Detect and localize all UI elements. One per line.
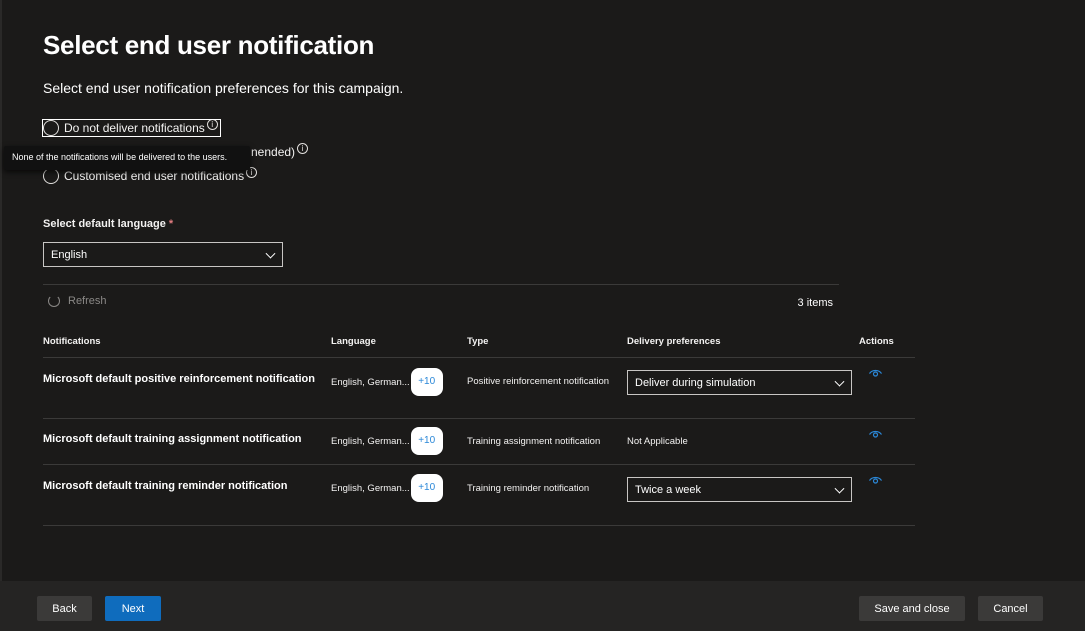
tooltip: None of the notifications will be delive… xyxy=(4,146,250,170)
radio-customised[interactable]: Customised end user notifications i xyxy=(43,166,258,184)
column-header-language[interactable]: Language xyxy=(331,336,376,347)
language-cell: English, German... +10 xyxy=(331,427,443,455)
language-list: English, German... xyxy=(331,482,410,494)
delivery-preference-text: Not Applicable xyxy=(627,436,688,447)
default-language-value: English xyxy=(51,248,88,261)
items-count: 3 items xyxy=(797,297,833,309)
info-icon[interactable]: i xyxy=(297,142,309,154)
more-languages-badge[interactable]: +10 xyxy=(410,474,443,502)
language-cell: English, German... +10 xyxy=(331,368,443,396)
save-and-close-button[interactable]: Save and close xyxy=(859,596,965,621)
notification-name[interactable]: Microsoft default training reminder noti… xyxy=(43,480,287,492)
table-header: Notifications Language Type Delivery pre… xyxy=(43,330,915,358)
next-button[interactable]: Next xyxy=(105,596,161,621)
chevron-down-icon xyxy=(265,248,276,259)
preview-eye-icon[interactable] xyxy=(869,369,882,378)
required-marker: * xyxy=(168,218,174,230)
radio-label-recommended-partial: nended) xyxy=(251,145,296,159)
wizard-main-panel: Select end user notification Select end … xyxy=(0,0,1085,581)
page-title: Select end user notification xyxy=(43,30,375,60)
column-header-delivery[interactable]: Delivery preferences xyxy=(627,336,720,347)
notification-type: Training reminder notification xyxy=(467,483,590,494)
delivery-preference-value: Twice a week xyxy=(635,483,702,496)
preview-eye-icon[interactable] xyxy=(869,476,882,485)
more-languages-badge[interactable]: +10 xyxy=(410,427,443,455)
delivery-preference-value: Deliver during simulation xyxy=(635,376,756,389)
column-header-actions: Actions xyxy=(859,336,894,347)
notification-name[interactable]: Microsoft default positive reinforcement… xyxy=(43,373,315,385)
table-row[interactable]: Microsoft default training assignment no… xyxy=(43,419,915,465)
notification-type: Positive reinforcement notification xyxy=(467,376,610,387)
default-language-label-text: Select default language xyxy=(43,218,166,230)
default-language-dropdown[interactable]: English xyxy=(43,242,283,267)
refresh-label: Refresh xyxy=(68,295,107,307)
info-icon[interactable]: i xyxy=(206,118,218,130)
table-command-bar: Refresh 3 items xyxy=(43,284,839,320)
page-subtitle: Select end user notification preferences… xyxy=(43,80,404,96)
language-list: English, German... xyxy=(331,435,410,447)
refresh-button[interactable]: Refresh xyxy=(48,295,107,307)
delivery-preference-dropdown[interactable]: Deliver during simulation xyxy=(627,370,852,395)
chevron-down-icon xyxy=(834,376,845,387)
table-row[interactable]: Microsoft default positive reinforcement… xyxy=(43,358,915,419)
radio-label-do-not-deliver: Do not deliver notifications xyxy=(64,121,205,135)
cancel-button[interactable]: Cancel xyxy=(978,596,1043,621)
language-list: English, German... xyxy=(331,376,410,388)
notification-name[interactable]: Microsoft default training assignment no… xyxy=(43,433,302,445)
radio-do-not-deliver[interactable]: Do not deliver notifications i xyxy=(42,118,221,137)
table-row[interactable]: Microsoft default training reminder noti… xyxy=(43,465,915,526)
back-button[interactable]: Back xyxy=(37,596,92,621)
chevron-down-icon xyxy=(834,483,845,494)
more-languages-badge[interactable]: +10 xyxy=(410,368,443,396)
column-header-type[interactable]: Type xyxy=(467,336,488,347)
preview-eye-icon[interactable] xyxy=(869,430,882,439)
radio-label-customised: Customised end user notifications xyxy=(64,169,245,183)
radio-circle[interactable] xyxy=(43,168,59,184)
wizard-footer: Back Next Save and close Cancel xyxy=(0,581,1085,631)
delivery-preference-dropdown[interactable]: Twice a week xyxy=(627,477,852,502)
radio-recommended-partial[interactable]: nended) i xyxy=(251,142,309,159)
language-cell: English, German... +10 xyxy=(331,474,443,502)
radio-circle[interactable] xyxy=(43,120,59,136)
column-header-notifications[interactable]: Notifications xyxy=(43,336,101,347)
refresh-icon xyxy=(48,295,60,307)
notifications-table: Notifications Language Type Delivery pre… xyxy=(43,330,915,526)
default-language-label: Select default language * xyxy=(43,218,173,230)
notification-type: Training assignment notification xyxy=(467,436,601,447)
